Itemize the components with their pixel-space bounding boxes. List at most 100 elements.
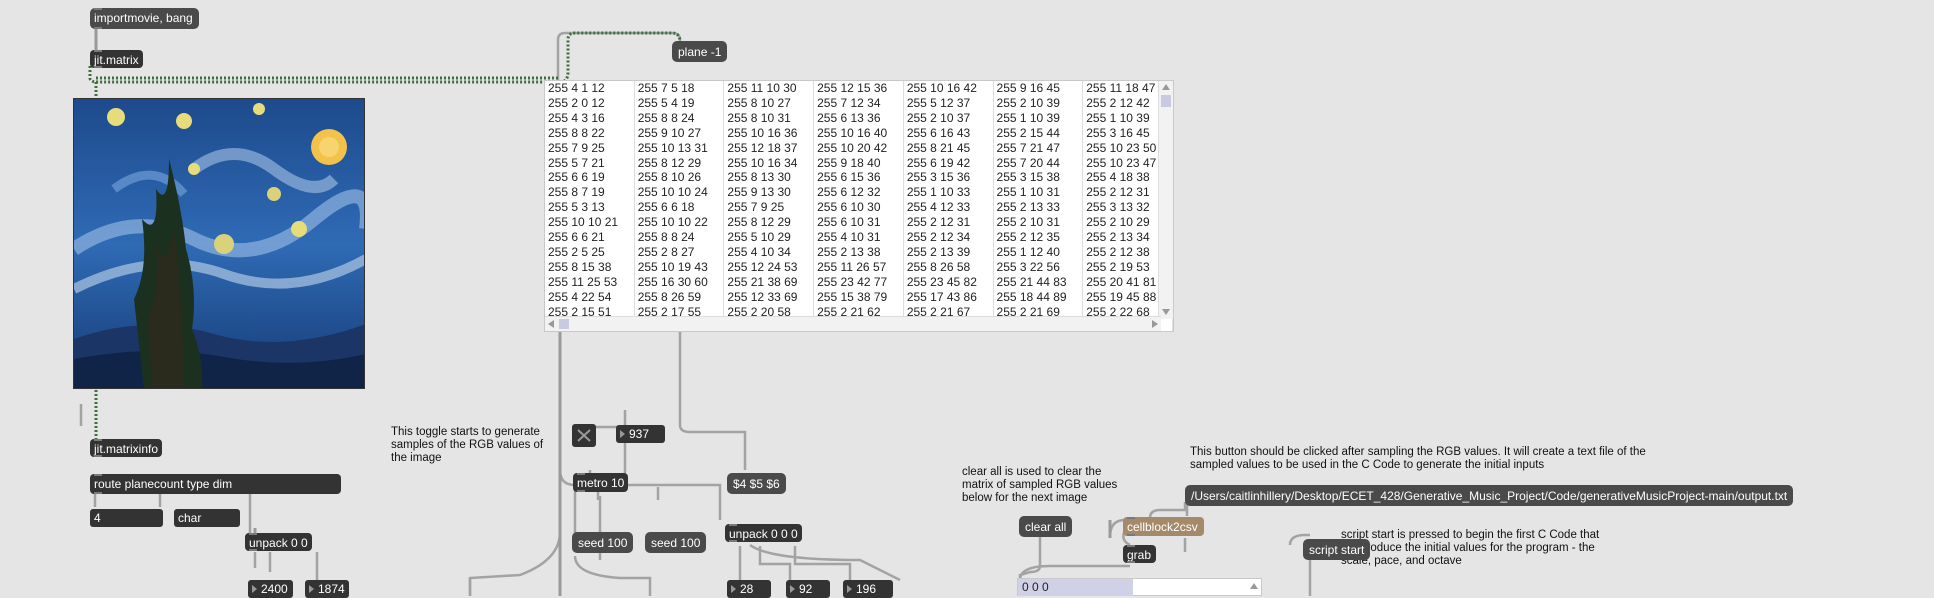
cellblock-cell[interactable]: 255 7 9 25 — [545, 140, 635, 156]
seed-message-1[interactable]: seed 100 — [572, 532, 634, 553]
horizontal-scrollbar[interactable] — [545, 316, 1161, 331]
cellblock-cell[interactable]: 255 2 13 38 — [813, 244, 904, 260]
cellblock-cell[interactable]: 255 8 10 27 — [723, 95, 815, 111]
grab-object[interactable]: grab — [1123, 545, 1156, 563]
cellblock-cell[interactable]: 255 10 16 36 — [723, 125, 815, 141]
plane-message[interactable]: plane -1 — [672, 41, 728, 62]
cellblock-cell[interactable]: 255 3 22 56 — [993, 259, 1084, 275]
cellblock-cell[interactable]: 255 12 15 36 — [813, 81, 904, 96]
cellblock-cell[interactable]: 255 8 21 45 — [903, 140, 994, 156]
cellblock-cell[interactable]: 255 10 19 43 — [634, 259, 725, 275]
blue-number[interactable]: 196 — [843, 580, 893, 598]
cellblock-cell[interactable]: 255 10 20 42 — [813, 140, 904, 156]
cellblock-cell[interactable]: 255 9 18 40 — [813, 155, 904, 171]
cellblock-cell[interactable]: 255 11 10 30 — [723, 81, 815, 96]
cellblock-cell[interactable]: 255 7 12 34 — [813, 95, 904, 111]
cellblock-cell[interactable]: 255 8 26 58 — [903, 259, 994, 275]
cellblock-cell[interactable]: 255 4 3 16 — [545, 110, 635, 126]
metro-object[interactable]: metro 10 — [573, 473, 628, 492]
cellblock-cell[interactable]: 255 17 43 86 — [903, 289, 994, 305]
cellblock-cell[interactable]: 255 8 8 22 — [545, 125, 635, 141]
jit-matrixinfo-object[interactable]: jit.matrixinfo — [90, 439, 162, 457]
cellblock-cell[interactable]: 255 4 12 33 — [903, 200, 994, 216]
cellblock-cell[interactable]: 255 5 10 29 — [723, 230, 815, 245]
cellblock-cell[interactable]: 255 15 38 79 — [813, 289, 904, 305]
cellblock-cell[interactable]: 255 6 12 32 — [813, 185, 904, 201]
cellblock-cell[interactable]: 255 8 12 29 — [634, 155, 725, 171]
cellblock-cell[interactable]: 255 2 13 39 — [903, 244, 994, 260]
cellblock-cell[interactable]: 255 7 9 25 — [723, 200, 815, 216]
unpack-dim-object[interactable]: unpack 0 0 — [245, 533, 312, 551]
cellblock-cell[interactable]: 255 5 4 19 — [634, 95, 725, 111]
cellblock-cell[interactable]: 255 3 15 38 — [993, 170, 1084, 186]
cellblock-cell[interactable]: 255 8 15 38 — [545, 259, 635, 275]
cellblock-cell[interactable]: 255 7 21 47 — [993, 140, 1084, 156]
cellblock-cell[interactable]: 255 23 45 82 — [903, 274, 994, 290]
cellblock-cell[interactable]: 255 6 16 43 — [903, 125, 994, 141]
cellblock-cell[interactable]: 255 18 44 89 — [993, 289, 1084, 305]
green-number[interactable]: 92 — [786, 580, 830, 598]
cellblock-cell[interactable]: 255 10 10 21 — [545, 215, 635, 231]
cellblock-cell[interactable]: 255 4 1 12 — [545, 81, 635, 96]
toggle-counter-number[interactable]: 937 — [616, 425, 665, 443]
cellblock-cell[interactable]: 255 6 13 36 — [813, 110, 904, 126]
cellblock-cell[interactable]: 255 7 20 44 — [993, 155, 1084, 171]
cellblock-cell[interactable]: 255 2 10 37 — [903, 110, 994, 126]
cellblock-cell[interactable]: 255 2 12 35 — [993, 230, 1084, 245]
cellblock-cell[interactable]: 255 10 10 24 — [634, 185, 725, 201]
cellblock-cell[interactable]: 255 12 24 53 — [723, 259, 815, 275]
clear-all-message[interactable]: clear all — [1019, 516, 1073, 537]
cellblock-cell[interactable]: 255 2 10 39 — [993, 95, 1084, 111]
cellblock-cell[interactable]: 255 2 12 31 — [903, 215, 994, 231]
cellblock-cell[interactable]: 255 21 38 69 — [723, 274, 815, 290]
cellblock-cell[interactable]: 255 6 6 21 — [545, 230, 635, 245]
cellblock-cell[interactable]: 255 8 13 30 — [723, 170, 815, 186]
importmovie-message[interactable]: importmovie, bang — [90, 8, 199, 29]
cellblock-cell[interactable]: 255 9 13 30 — [723, 185, 815, 201]
cellblock-cell[interactable]: 255 6 6 18 — [634, 200, 725, 216]
unpack-rgb-object[interactable]: unpack 0 0 0 — [725, 524, 802, 542]
cellblock-cell[interactable]: 255 9 10 27 — [634, 125, 725, 141]
cellblock-cell[interactable]: 255 8 7 19 — [545, 185, 635, 201]
cellblock-cell[interactable]: 255 12 18 37 — [723, 140, 815, 156]
sampling-toggle[interactable] — [572, 424, 596, 447]
dollar-message[interactable]: $4 $5 $6 — [727, 473, 786, 494]
cellblock-cell[interactable]: 255 10 16 34 — [723, 155, 815, 171]
cellblock-cell[interactable]: 255 2 0 12 — [545, 95, 635, 111]
cellblock-cell[interactable]: 255 21 44 83 — [993, 274, 1084, 290]
cellblock-cell[interactable]: 255 3 15 36 — [903, 170, 994, 186]
cellblock-cell[interactable]: 255 10 13 31 — [634, 140, 725, 156]
cellblock-cell[interactable]: 255 2 5 25 — [545, 244, 635, 260]
cellblock-cell[interactable]: 255 4 10 34 — [723, 244, 815, 260]
cellblock-cell[interactable]: 255 6 15 36 — [813, 170, 904, 186]
cellblock-cell[interactable]: 255 6 10 31 — [813, 215, 904, 231]
path-message[interactable]: /Users/caitlinhillery/Desktop/ECET_428/G… — [1185, 485, 1794, 506]
red-number[interactable]: 28 — [727, 580, 771, 598]
cellblock-cell[interactable]: 255 12 33 69 — [723, 289, 815, 305]
cellblock-cell[interactable]: 255 8 8 24 — [634, 110, 725, 126]
dim-y-number[interactable]: 1874 — [305, 580, 349, 598]
cellblock-cell[interactable]: 255 16 30 60 — [634, 274, 725, 290]
cellblock-cell[interactable]: 255 1 10 31 — [993, 185, 1084, 201]
cellblock-cell[interactable]: 255 8 8 24 — [634, 230, 725, 245]
cellblock-cell[interactable]: 255 2 15 44 — [993, 125, 1084, 141]
cellblock-cell[interactable]: 255 11 26 57 — [813, 259, 904, 275]
route-object[interactable]: route planecount type dim — [90, 474, 341, 494]
cellblock-cell[interactable]: 255 8 10 26 — [634, 170, 725, 186]
cellblock-cell[interactable]: 255 9 16 45 — [993, 81, 1084, 96]
cellblock-cell[interactable]: 255 11 25 53 — [545, 274, 635, 290]
cellblock-cell[interactable]: 255 4 22 54 — [545, 289, 635, 305]
cellblock-cell[interactable]: 255 10 10 22 — [634, 215, 725, 231]
cellblock-cell[interactable]: 255 8 12 29 — [723, 215, 815, 231]
cellblock-cell[interactable]: 255 2 12 34 — [903, 230, 994, 245]
seed-message-2[interactable]: seed 100 — [645, 532, 707, 553]
cellblock-cell[interactable]: 255 2 10 31 — [993, 215, 1084, 231]
cellblock-cell[interactable]: 255 8 10 31 — [723, 110, 815, 126]
planecount-number[interactable]: 4 — [90, 509, 163, 527]
cellblock-cell[interactable]: 255 5 12 37 — [903, 95, 994, 111]
small-cellblock[interactable]: 0 0 0 — [1017, 578, 1262, 596]
cellblock-cell[interactable]: 255 5 3 13 — [545, 200, 635, 216]
cellblock-cell[interactable]: 255 10 16 42 — [903, 81, 994, 96]
cellblock-cell[interactable]: 255 23 42 77 — [813, 274, 904, 290]
cellblock-cell[interactable]: 255 1 10 33 — [903, 185, 994, 201]
